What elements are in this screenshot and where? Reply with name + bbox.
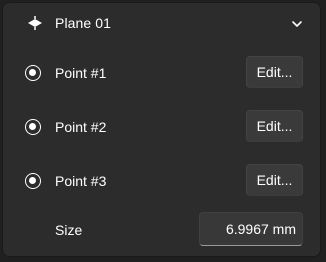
point-3-edit-button[interactable]: Edit... <box>246 164 303 196</box>
radio-selected-dot <box>29 123 36 130</box>
plane-icon <box>25 16 45 30</box>
size-value: 6.9967 mm <box>225 221 296 237</box>
radio-selected-dot <box>29 69 36 76</box>
point-1-label: Point #1 <box>55 65 107 81</box>
plane-properties-panel: Plane 01 Point #1 Edit... Point #2 Edit.… <box>2 2 321 257</box>
point-row-1: Point #1 Edit... <box>3 53 320 93</box>
point-row-3: Point #3 Edit... <box>3 161 320 201</box>
point-row-2: Point #2 Edit... <box>3 107 320 147</box>
point-1-radio[interactable] <box>25 65 41 81</box>
point-1-edit-button[interactable]: Edit... <box>246 56 303 88</box>
point-3-label: Point #3 <box>55 173 107 189</box>
point-2-edit-button[interactable]: Edit... <box>246 110 303 142</box>
chevron-down-icon[interactable] <box>290 17 304 29</box>
radio-selected-dot <box>29 177 36 184</box>
point-2-radio[interactable] <box>25 119 41 135</box>
plane-title: Plane 01 <box>55 15 112 31</box>
point-2-label: Point #2 <box>55 119 107 135</box>
size-input[interactable]: 6.9967 mm <box>199 212 303 246</box>
size-label: Size <box>55 222 83 238</box>
plane-header[interactable]: Plane 01 <box>3 3 320 43</box>
point-3-radio[interactable] <box>25 173 41 189</box>
